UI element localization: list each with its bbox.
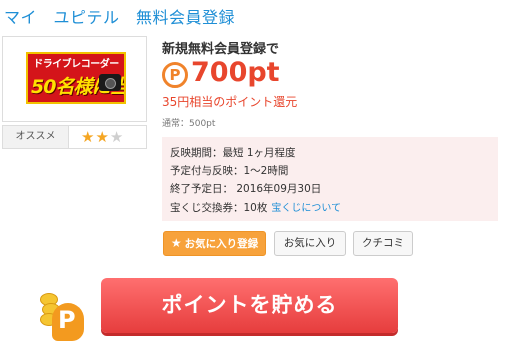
- dashcam-banner-image[interactable]: ドライブレコーダー 50名様に当たる: [26, 52, 126, 104]
- page-title: マイ ユピテル 無料会員登録: [4, 8, 236, 27]
- dashcam-icon: [99, 74, 121, 91]
- campaign-info-box: 反映期間：最短 1ヶ月程度 予定付与反映：1～2時間 終了予定日： 2016年0…: [162, 137, 498, 221]
- lottery-info-link[interactable]: 宝くじについて: [271, 203, 341, 214]
- promo-headline: 新規無料会員登録で: [162, 42, 280, 57]
- yen-equivalent: 35円相当のポイント還元: [162, 95, 298, 109]
- star-icon: ★: [170, 236, 182, 250]
- lottery-count: 宝くじ交換券：10枚: [170, 202, 268, 214]
- earn-points-button[interactable]: ポイントを貯める: [101, 278, 398, 333]
- banner-caption: ドライブレコーダー: [33, 59, 119, 70]
- scheduled-reflect: 予定付与反映：1～2時間: [170, 165, 289, 177]
- add-favorite-label: お気に入り登録: [184, 238, 259, 250]
- point-coin-icon: P: [162, 62, 188, 88]
- point-mascot-icon: [40, 293, 86, 347]
- recommend-label: オススメ: [3, 126, 69, 148]
- star-filled-icon: ★: [81, 128, 96, 146]
- recommend-rating: オススメ ★★★: [2, 125, 147, 149]
- end-date: 終了予定日： 2016年09月30日: [170, 183, 322, 195]
- favorites-button[interactable]: お気に入り: [274, 231, 346, 256]
- reviews-button[interactable]: クチコミ: [353, 231, 413, 256]
- mascot-body: [52, 303, 84, 341]
- rating-stars: ★★★: [81, 128, 124, 146]
- star-empty-icon: ★: [109, 128, 125, 146]
- lottery-tickets: 宝くじ交換券：10枚 宝くじについて: [170, 199, 341, 215]
- normal-points: 通常：500pt: [162, 119, 216, 129]
- add-favorite-button[interactable]: ★ お気に入り登録: [163, 231, 266, 256]
- star-filled-icon: ★: [95, 128, 110, 146]
- reflect-period: 反映期間：最短 1ヶ月程度: [170, 147, 296, 159]
- campaign-thumbnail[interactable]: ドライブレコーダー 50名様に当たる: [2, 36, 147, 122]
- points-value: 700pt: [191, 57, 280, 88]
